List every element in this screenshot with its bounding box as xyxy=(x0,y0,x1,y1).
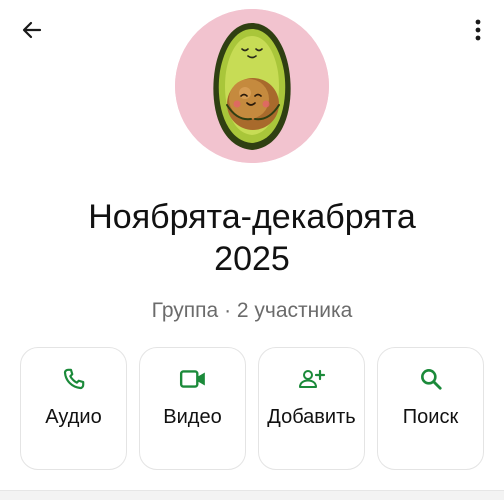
avocado-avatar-image xyxy=(175,9,329,163)
phone-icon xyxy=(60,365,88,393)
group-title-line-2: 2025 xyxy=(214,240,290,278)
video-icon xyxy=(179,365,207,393)
add-person-icon xyxy=(298,365,326,393)
action-buttons-row: Аудио Видео Добавить Поиск xyxy=(20,347,484,470)
audio-call-button[interactable]: Аудио xyxy=(20,347,127,470)
arrow-left-icon xyxy=(20,18,44,47)
group-subtitle: Группа · 2 участника xyxy=(151,299,353,322)
search-icon xyxy=(417,365,445,393)
search-label: Поиск xyxy=(402,406,459,428)
search-button[interactable]: Поиск xyxy=(377,347,484,470)
video-call-button[interactable]: Видео xyxy=(139,347,246,470)
video-call-label: Видео xyxy=(163,406,222,428)
add-member-button[interactable]: Добавить xyxy=(258,347,365,470)
audio-call-label: Аудио xyxy=(45,406,102,428)
back-button[interactable] xyxy=(12,12,52,52)
section-divider xyxy=(0,490,504,500)
group-info-screen: Ноябрята-декабрята 2025 Группа · 2 участ… xyxy=(0,0,504,500)
more-options-button[interactable] xyxy=(462,12,494,52)
add-member-label: Добавить xyxy=(267,406,356,428)
group-title-line-1: Ноябрята-декабрята xyxy=(88,198,416,236)
group-title: Ноябрята-декабрята 2025 xyxy=(0,196,504,280)
group-avatar[interactable] xyxy=(175,9,329,163)
more-vertical-icon xyxy=(475,19,481,46)
